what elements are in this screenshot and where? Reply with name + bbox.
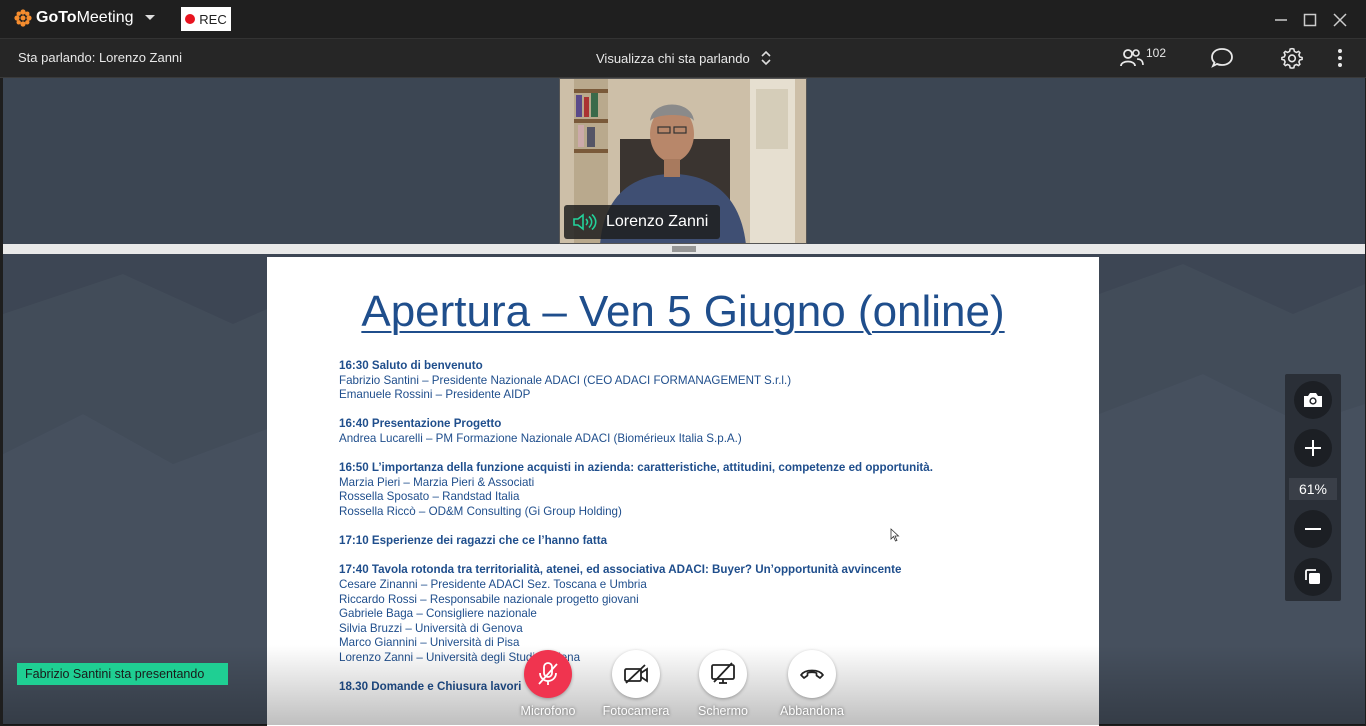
participants-button[interactable] xyxy=(1119,47,1145,73)
zoom-panel: 61% xyxy=(1285,374,1341,601)
agenda-section: 16:40 Presentazione Progetto Andrea Lucar… xyxy=(339,417,1059,446)
snapshot-button[interactable] xyxy=(1294,381,1332,419)
mouse-cursor-icon xyxy=(890,528,900,542)
screen-label: Schermo xyxy=(697,704,749,718)
gear-icon xyxy=(1281,47,1303,69)
more-options-button[interactable] xyxy=(1332,47,1348,73)
agenda-line: Rossella Riccò – OD&M Consulting (Gi Gro… xyxy=(339,504,622,518)
microphone-control[interactable]: Microfono xyxy=(503,650,593,718)
participant-count: 102 xyxy=(1146,46,1167,60)
minimize-icon xyxy=(1275,18,1287,21)
agenda-heading: 16:30 Saluto di benvenuto xyxy=(339,359,483,372)
speaker-name-tag: Lorenzo Zanni xyxy=(564,205,720,239)
app-menu[interactable]: GoToMeeting xyxy=(14,9,156,27)
screen-share-off-icon xyxy=(711,662,735,684)
agenda-section: 16:50 L’importanza della funzione acquis… xyxy=(339,461,1059,519)
camera-control[interactable]: Fotocamera xyxy=(591,650,681,718)
microphone-button[interactable] xyxy=(524,650,572,698)
camera-off-icon xyxy=(624,664,648,684)
view-mode-selector[interactable]: Visualizza chi sta parlando xyxy=(596,49,772,67)
microphone-muted-icon xyxy=(538,662,558,685)
zoom-level: 61% xyxy=(1289,478,1337,500)
agenda-heading: 16:50 L’importanza della funzione acquis… xyxy=(339,461,933,475)
zoom-out-button[interactable] xyxy=(1294,510,1332,548)
agenda-line: Cesare Zinanni – Presidente ADACI Sez. T… xyxy=(339,577,647,591)
plus-icon xyxy=(1305,440,1321,456)
leave-button[interactable] xyxy=(788,650,836,698)
agenda-line: Fabrizio Santini – Presidente Nazionale … xyxy=(339,373,792,387)
agenda-heading: 16:40 Presentazione Progetto xyxy=(339,417,502,431)
chat-bubble-icon xyxy=(1211,48,1233,68)
copy-window-icon xyxy=(1305,569,1320,584)
title-bar: GoToMeeting REC xyxy=(0,0,1366,39)
agenda-line: Marco Giannini – Università di Pisa xyxy=(339,636,520,650)
minus-icon xyxy=(1305,528,1321,530)
minimize-button[interactable] xyxy=(1266,0,1296,39)
presenter-banner: Fabrizio Santini sta presentando xyxy=(17,663,228,685)
agenda-heading: 17:10 Esperienze dei ragazzi che ce l’ha… xyxy=(339,534,608,548)
settings-button[interactable] xyxy=(1281,47,1303,73)
more-vertical-icon xyxy=(1338,49,1342,67)
recording-dot-icon xyxy=(185,14,196,24)
screen-button[interactable] xyxy=(699,650,747,698)
agenda-line: Emanuele Rossini – Presidente AIDP xyxy=(339,388,531,402)
close-button[interactable] xyxy=(1325,0,1355,39)
up-down-chevron-icon xyxy=(761,50,771,66)
view-mode-label: Visualizza chi sta parlando xyxy=(596,50,750,66)
agenda-section: 16:30 Saluto di benvenuto Fabrizio Santin… xyxy=(339,359,1059,403)
agenda-line: Rossella Sposato – Randstad Italia xyxy=(339,490,520,504)
splitter-grip-icon[interactable] xyxy=(672,246,696,252)
chat-button[interactable] xyxy=(1210,47,1234,73)
fit-screen-button[interactable] xyxy=(1294,558,1332,596)
hang-up-icon xyxy=(800,669,824,679)
recording-badge: REC xyxy=(181,7,231,31)
agenda-line: Gabriele Baga – Consigliere nazionale xyxy=(339,607,537,621)
slide-title: Apertura – Ven 5 Giugno (online) xyxy=(361,287,1005,336)
agenda-line: Silvia Bruzzi – Università di Genova xyxy=(339,621,523,635)
zoom-in-button[interactable] xyxy=(1294,429,1332,467)
meeting-toolbar: Sta parlando: Lorenzo Zanni Visualizza c… xyxy=(0,39,1366,78)
agenda-line: Andrea Lucarelli – PM Formazione Naziona… xyxy=(339,431,742,445)
agenda-line: Marzia Pieri – Marzia Pieri & Associati xyxy=(339,475,535,489)
camera-snapshot-icon xyxy=(1304,393,1322,407)
close-icon xyxy=(1333,12,1347,27)
maximize-button[interactable] xyxy=(1295,0,1325,39)
speaker-name: Lorenzo Zanni xyxy=(606,213,709,230)
app-name: GoToMeeting xyxy=(36,9,134,26)
agenda-line: Riccardo Rossi – Responsabile nazionale … xyxy=(339,592,639,606)
microphone-label: Microfono xyxy=(520,704,576,718)
agenda-heading: 17:40 Tavola rotonda tra territorialità,… xyxy=(339,563,902,577)
maximize-icon xyxy=(1303,13,1317,26)
active-speaker-label: Sta parlando: Lorenzo Zanni xyxy=(18,50,183,65)
leave-label: Abbandona xyxy=(780,704,844,718)
camera-button[interactable] xyxy=(612,650,660,698)
speaker-volume-icon xyxy=(573,213,597,231)
screen-control[interactable]: Schermo xyxy=(678,650,768,718)
gotomeeting-logo-icon xyxy=(14,9,32,27)
agenda-section: 17:10 Esperienze dei ragazzi che ce l’ha… xyxy=(339,534,1059,549)
chevron-down-icon xyxy=(144,15,155,20)
camera-label: Fotocamera xyxy=(602,704,670,718)
participants-icon xyxy=(1120,49,1144,67)
leave-control[interactable]: Abbandona xyxy=(767,650,857,718)
